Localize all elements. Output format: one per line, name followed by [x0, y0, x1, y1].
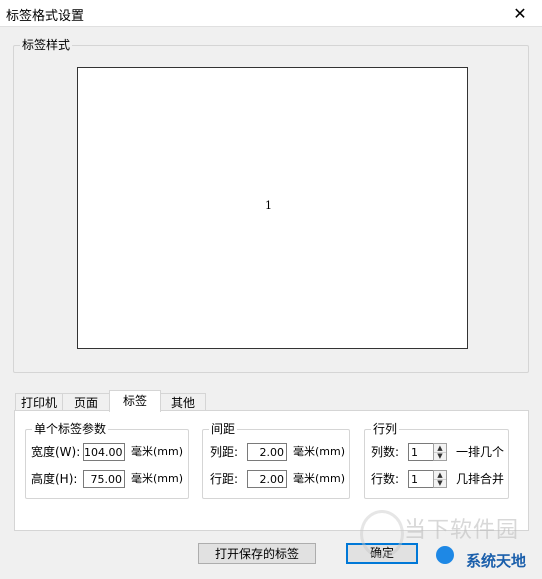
single-label-legend: 单个标签参数 [32, 421, 109, 437]
tab-label-label: 标签 [122, 394, 147, 408]
cols-spinner[interactable]: ▲ ▼ [433, 443, 447, 461]
rows-cols-group: 行列 [364, 421, 509, 499]
row-spacing-field[interactable]: 2.00 [247, 470, 287, 488]
rows-field[interactable]: 1 [408, 470, 434, 488]
col-spacing-field[interactable]: 2.00 [247, 443, 287, 461]
rows-spinner[interactable]: ▲ ▼ [433, 470, 447, 488]
window-title: 标签格式设置 [6, 9, 85, 24]
height-unit: 毫米(mm) [131, 472, 184, 485]
label-style-legend: 标签样式 [20, 37, 73, 53]
width-field[interactable]: 104.00 [83, 443, 125, 461]
open-saved-label-button[interactable]: 打开保存的标签 [198, 543, 316, 564]
cols-description: 一排几个 [456, 445, 505, 459]
rows-cols-legend: 行列 [371, 421, 400, 437]
width-label: 宽度(W): [31, 445, 81, 459]
spin-down-icon[interactable]: ▼ [434, 452, 446, 460]
row-spacing-label: 行距: [210, 472, 239, 486]
label-preview-number: 1 [265, 199, 272, 212]
title-bar: 标签格式设置 ✕ [0, 0, 542, 27]
tab-other-label: 其他 [170, 396, 195, 410]
watermark-logo-icon [360, 510, 404, 558]
close-icon[interactable]: ✕ [498, 0, 542, 26]
spacing-legend: 间距 [209, 421, 238, 437]
col-spacing-label: 列距: [210, 445, 239, 459]
label-preview-canvas: 1 [77, 67, 468, 349]
row-spacing-unit: 毫米(mm) [293, 472, 346, 485]
col-spacing-unit: 毫米(mm) [293, 445, 346, 458]
height-label: 高度(H): [31, 472, 78, 486]
tab-page-label: 页面 [73, 396, 98, 410]
height-field[interactable]: 75.00 [83, 470, 125, 488]
cols-label: 列数: [371, 445, 400, 459]
watermark-text: 当下软件园 [404, 518, 520, 543]
site-logo-icon [436, 546, 454, 564]
width-unit: 毫米(mm) [131, 445, 184, 458]
cols-field[interactable]: 1 [408, 443, 434, 461]
tab-printer-label: 打印机 [20, 396, 57, 410]
spin-down-icon[interactable]: ▼ [434, 479, 446, 487]
rows-label: 行数: [371, 472, 400, 486]
rows-description: 几排合并 [456, 472, 505, 486]
site-logo-text: 系统天地 [466, 552, 527, 570]
tab-label[interactable]: 标签 [109, 390, 161, 412]
